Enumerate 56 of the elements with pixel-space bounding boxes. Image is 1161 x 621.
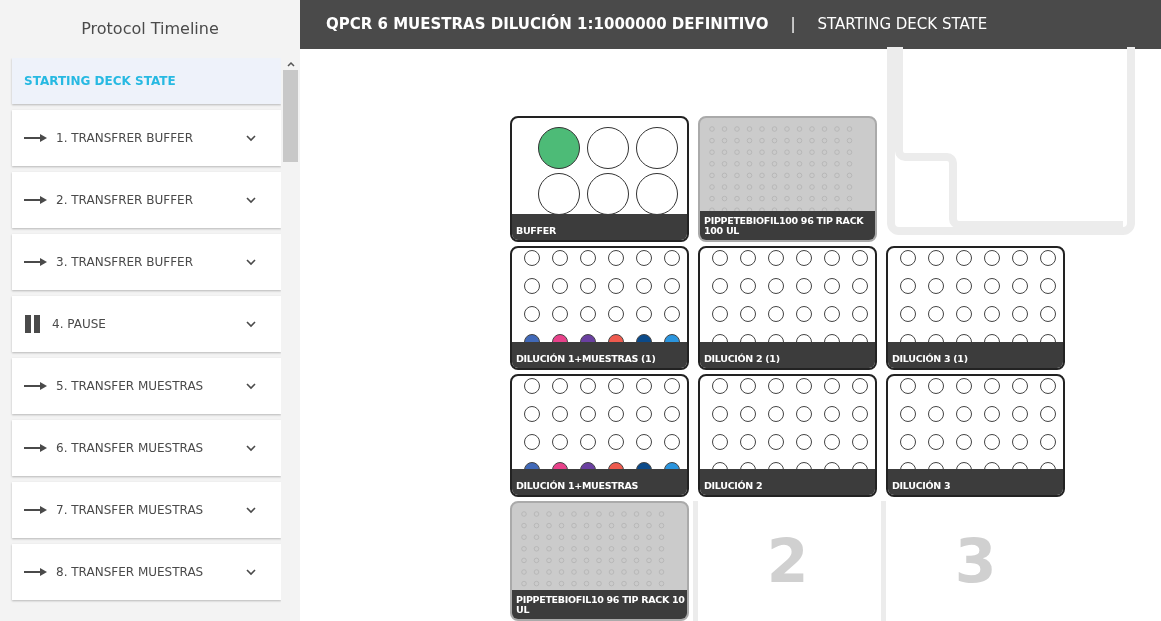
step-label: 6. TRANSFER MUESTRAS bbox=[56, 440, 205, 457]
labware-label: DILUCIÓN 2 bbox=[700, 469, 875, 495]
arrow-icon bbox=[24, 195, 48, 205]
timeline-step[interactable]: 8. TRANSFER MUESTRAS bbox=[12, 544, 281, 600]
labware-plate[interactable]: DILUCIÓN 3 (1) bbox=[886, 246, 1065, 370]
timeline-step[interactable]: 1. TRANSFRER BUFFER bbox=[12, 110, 281, 166]
timeline-step[interactable]: 5. TRANSFER MUESTRAS bbox=[12, 358, 281, 414]
step-label: 3. TRANSFRER BUFFER bbox=[56, 254, 194, 271]
labware-label: PIPPETEBIOFIL10 96 TIP RACK 10 UL bbox=[512, 590, 687, 619]
labware-plate[interactable]: DILUCIÓN 3 bbox=[886, 374, 1065, 497]
labware-label: DILUCIÓN 3 (1) bbox=[888, 342, 1063, 368]
labware-label: DILUCIÓN 3 bbox=[888, 469, 1063, 495]
chevron-icon[interactable] bbox=[245, 320, 257, 328]
labware-plate[interactable]: BUFFER bbox=[510, 116, 689, 242]
view-name: STARTING DECK STATE bbox=[817, 14, 988, 36]
labware-plate[interactable]: DILUCIÓN 1+MUESTRAS (1) bbox=[510, 246, 689, 370]
chevron-icon[interactable] bbox=[245, 258, 257, 266]
sidebar-title: Protocol Timeline bbox=[81, 18, 219, 40]
step-label: 4. PAUSE bbox=[52, 316, 107, 333]
chevron-icon[interactable] bbox=[245, 196, 257, 204]
step-label: 7. TRANSFER MUESTRAS bbox=[56, 502, 205, 519]
timeline-step[interactable]: 2. TRANSFRER BUFFER bbox=[12, 172, 281, 228]
labware-label: DILUCIÓN 2 (1) bbox=[700, 342, 875, 368]
title-separator: | bbox=[790, 14, 796, 36]
arrow-icon bbox=[24, 257, 48, 267]
labware-label: DILUCIÓN 1+MUESTRAS (1) bbox=[512, 342, 687, 368]
labware-label: DILUCIÓN 1+MUESTRAS bbox=[512, 469, 687, 495]
scrollbar-thumb[interactable] bbox=[283, 70, 298, 162]
tip-rack[interactable]: PIPPETEBIOFIL100 96 TIP RACK 100 UL bbox=[698, 116, 877, 242]
arrow-icon bbox=[24, 381, 48, 391]
tip-rack[interactable]: PIPPETEBIOFIL10 96 TIP RACK 10 UL bbox=[510, 501, 689, 621]
labware-plate[interactable]: DILUCIÓN 2 (1) bbox=[698, 246, 877, 370]
timeline-step[interactable]: 6. TRANSFER MUESTRAS bbox=[12, 420, 281, 476]
labware-label: PIPPETEBIOFIL100 96 TIP RACK 100 UL bbox=[700, 211, 875, 240]
arrow-icon bbox=[24, 505, 48, 515]
chevron-icon[interactable] bbox=[245, 382, 257, 390]
timeline-step[interactable]: 7. TRANSFER MUESTRAS bbox=[12, 482, 281, 538]
chevron-icon[interactable] bbox=[245, 568, 257, 576]
step-label: STARTING DECK STATE bbox=[24, 73, 177, 90]
step-label: 8. TRANSFER MUESTRAS bbox=[56, 564, 205, 581]
protocol-name: QPCR 6 MUESTRAS DILUCIÓN 1:1000000 DEFINITIVO bbox=[326, 13, 769, 36]
arrow-icon bbox=[24, 133, 48, 143]
chevron-icon[interactable] bbox=[245, 134, 257, 142]
labware-plate[interactable]: DILUCIÓN 2 bbox=[698, 374, 877, 497]
arrow-icon bbox=[24, 567, 48, 577]
step-label: 2. TRANSFRER BUFFER bbox=[56, 192, 194, 209]
timeline-step[interactable]: 4. PAUSE bbox=[12, 296, 281, 352]
timeline-step[interactable]: 3. TRANSFRER BUFFER bbox=[12, 234, 281, 290]
labware-label: BUFFER bbox=[512, 214, 687, 240]
chevron-icon[interactable] bbox=[245, 506, 257, 514]
labware-plate[interactable]: DILUCIÓN 1+MUESTRAS bbox=[510, 374, 689, 497]
step-label: 5. TRANSFER MUESTRAS bbox=[56, 378, 205, 395]
chevron-icon[interactable] bbox=[245, 444, 257, 452]
scroll-up-icon[interactable] bbox=[285, 60, 296, 68]
step-label: 1. TRANSFRER BUFFER bbox=[56, 130, 194, 147]
arrow-icon bbox=[24, 443, 48, 453]
